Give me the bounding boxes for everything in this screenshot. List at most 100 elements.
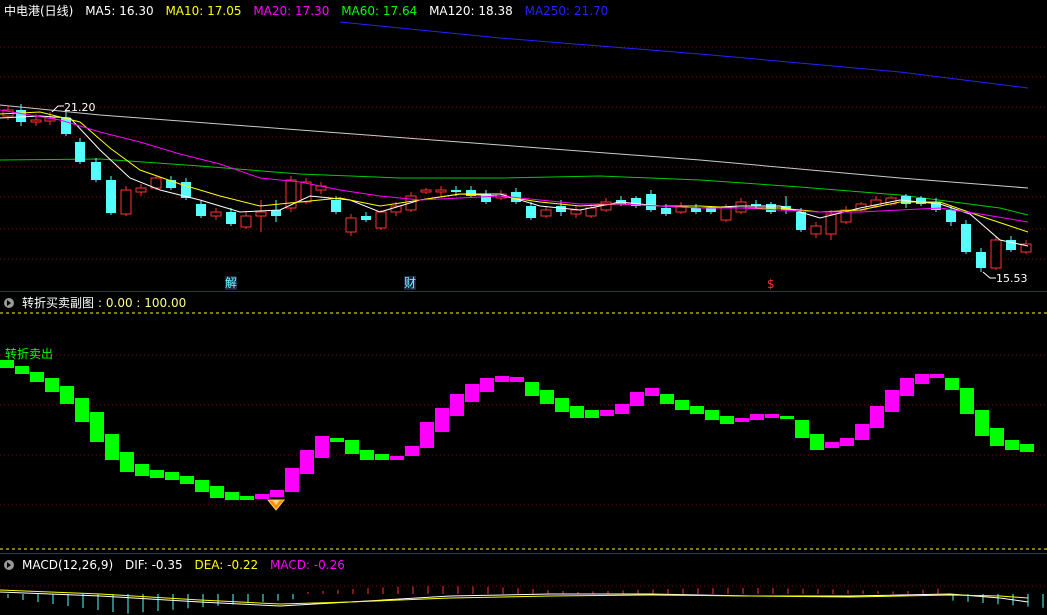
buy-bar — [420, 422, 434, 448]
sell-bar — [1005, 440, 1019, 450]
sell-bar — [180, 476, 194, 484]
buy-bar — [390, 456, 404, 460]
sell-bar — [135, 464, 149, 476]
buy-bar — [855, 424, 869, 440]
buy-bar — [600, 410, 614, 416]
buy-bar — [885, 390, 899, 412]
candle-body-down — [691, 208, 701, 212]
macd-value: MACD: -0.26 — [270, 558, 345, 572]
sell-bar — [15, 366, 29, 374]
buy-bar — [300, 450, 314, 474]
sell-bar — [720, 416, 734, 424]
macd-dif: DIF: -0.35 — [124, 558, 183, 572]
candle-body-down — [976, 252, 986, 268]
candle-body-down — [196, 204, 206, 216]
panel-divider-2 — [0, 553, 1047, 554]
sell-bar — [30, 372, 44, 382]
sell-bar — [540, 390, 554, 404]
candle-body-down — [16, 110, 26, 122]
sell-bar — [45, 378, 59, 392]
buy-bar — [930, 374, 944, 378]
high-price-label: 21.20 — [64, 101, 96, 114]
candle-body-down — [556, 206, 566, 212]
low-marker-pointer — [982, 271, 996, 279]
sell-bar — [795, 420, 809, 438]
candle-body-down — [271, 210, 281, 216]
sell-bar — [120, 452, 134, 472]
candle-body-down — [331, 200, 341, 212]
candle-body-up — [210, 211, 222, 217]
sell-bar — [330, 438, 344, 442]
sell-bar — [675, 400, 689, 410]
sell-bar — [1020, 444, 1034, 452]
candlestick-panel[interactable]: 21.20 15.53 中电港(日线) MA5: 16.30 MA10: 17.0… — [0, 0, 1047, 291]
indicator-toggle-icon[interactable] — [4, 298, 14, 308]
ma10-label: MA10: 17.05 — [165, 4, 242, 18]
buy-bar — [435, 408, 449, 432]
sub-values: : 0.00 : 100.00 — [98, 296, 187, 310]
sell-bar — [690, 406, 704, 414]
buy-bar — [870, 406, 884, 428]
ma20-label: MA20: 17.30 — [253, 4, 330, 18]
ma60-label: MA60: 17.64 — [341, 4, 418, 18]
event-marker-cai[interactable]: 财 — [404, 276, 417, 290]
sub-title: 转折买卖副图 — [22, 296, 95, 310]
candlestick-chart[interactable]: 21.20 15.53 — [0, 0, 1047, 291]
ma250-line — [339, 21, 1029, 89]
buy-bar — [270, 490, 284, 497]
low-price-label: 15.53 — [996, 272, 1028, 285]
buy-bar — [480, 378, 494, 392]
candle-body-up — [135, 187, 147, 193]
sell-bar — [555, 398, 569, 412]
event-marker-dollar[interactable]: $ — [767, 277, 775, 291]
sell-signal-label: 转折卖出 — [5, 347, 54, 361]
sell-bar — [165, 472, 179, 480]
candle-body-down — [451, 190, 461, 192]
candle-body-down — [106, 180, 116, 213]
candle-body-up — [825, 213, 837, 235]
macd-panel[interactable]: MACD(12,26,9) DIF: -0.35 DEA: -0.22 MACD… — [0, 556, 1047, 615]
candle-body-up — [720, 207, 732, 221]
sell-bar — [90, 412, 104, 442]
turning-point-chart[interactable] — [0, 292, 1047, 551]
dea-line — [0, 589, 1029, 605]
sell-bar — [945, 378, 959, 390]
buy-bar — [615, 404, 629, 414]
candle-body-up — [30, 119, 42, 123]
candle-body-up — [810, 225, 822, 235]
candle-body-down — [661, 208, 671, 214]
sell-bar — [375, 454, 389, 460]
sell-bar — [990, 428, 1004, 446]
buy-bar — [450, 394, 464, 416]
buy-bar — [735, 418, 749, 422]
candle-body-up — [570, 209, 582, 215]
sell-bar — [210, 486, 224, 498]
event-marker-jie[interactable]: 解 — [225, 276, 238, 290]
sell-bar — [150, 470, 164, 478]
candle-body-up — [420, 189, 432, 193]
buy-bar — [765, 414, 779, 418]
candle-body-down — [796, 212, 806, 230]
candle-body-up — [345, 217, 357, 233]
sell-bar — [345, 440, 359, 454]
sell-bar — [60, 386, 74, 404]
ma250-label: MA250: 21.70 — [524, 4, 609, 18]
buy-bar — [915, 374, 929, 384]
turning-point-panel[interactable]: 转折买卖副图: 0.00 : 100.00 转折卖出 — [0, 292, 1047, 551]
candle-body-down — [646, 194, 656, 210]
macd-dea: DEA: -0.22 — [194, 558, 259, 572]
stock-title: 中电港(日线) — [4, 4, 74, 18]
macd-toggle-icon[interactable] — [4, 560, 14, 570]
sell-bar — [195, 480, 209, 492]
candle-body-up — [240, 215, 252, 228]
candle-body-up — [540, 209, 552, 217]
dif-line — [0, 591, 1029, 607]
ma10-line — [0, 111, 1029, 233]
buy-bar — [495, 376, 509, 382]
sell-bar — [975, 410, 989, 436]
candle-body-down — [91, 162, 101, 180]
main-header: 中电港(日线) MA5: 16.30 MA10: 17.05 MA20: 17.… — [4, 2, 616, 20]
candle-body-down — [946, 210, 956, 222]
candle-body-up — [990, 239, 1002, 269]
sub-header: 转折买卖副图: 0.00 : 100.00 — [4, 294, 194, 312]
